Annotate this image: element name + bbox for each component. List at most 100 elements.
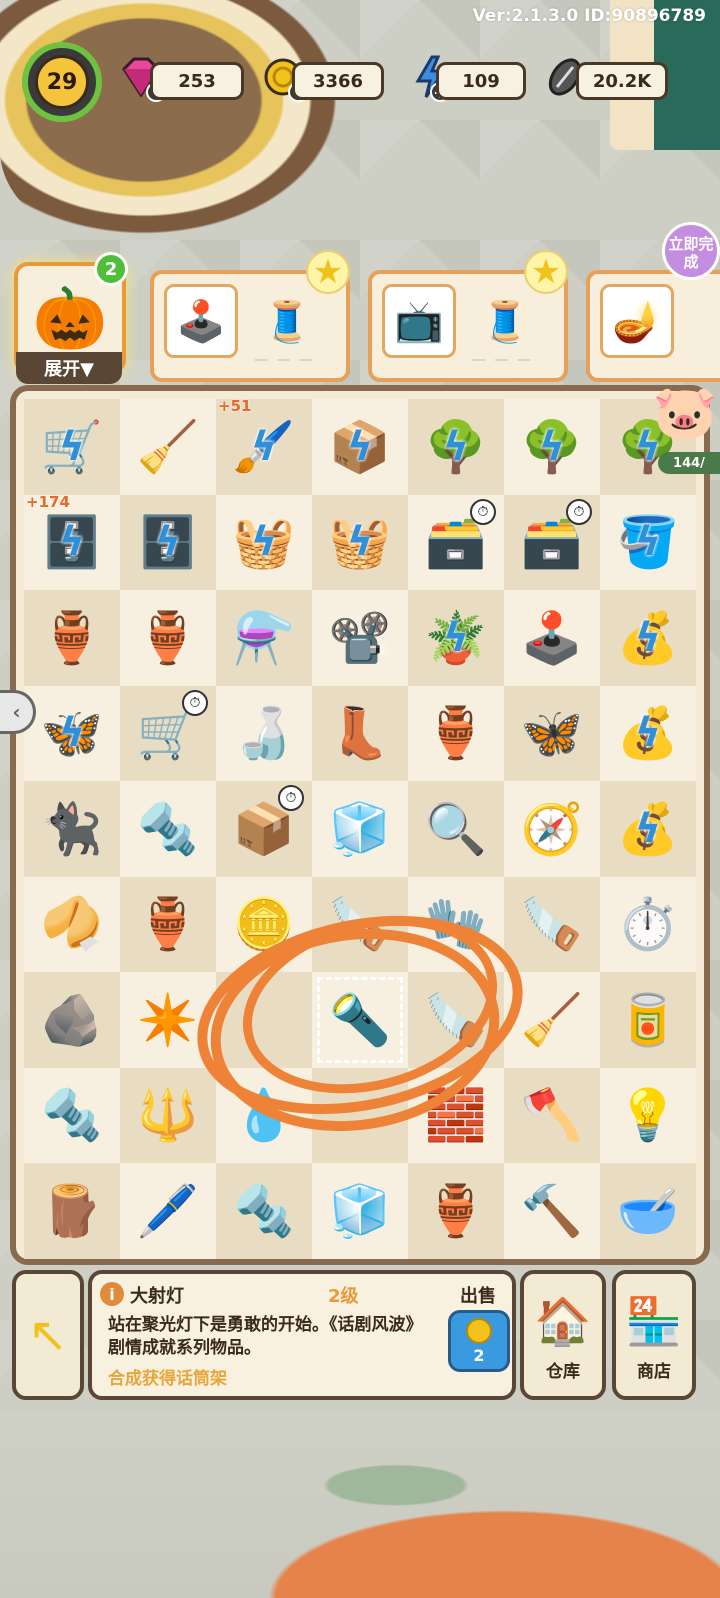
spool-icon: 🧵 [262, 298, 312, 345]
board-cell[interactable] [312, 1067, 408, 1163]
energy-bolt-icon: ϟ [442, 423, 470, 470]
info-icon[interactable]: i [100, 1282, 124, 1306]
board-cell[interactable]: 🔱 [120, 1067, 216, 1163]
board-cell[interactable]: 📦 ⏱ [216, 781, 312, 877]
board-cell[interactable]: 💰 ϟ [600, 590, 696, 686]
item-icon: 👢 [328, 704, 392, 763]
board-cell[interactable]: 🦋 ϟ [24, 685, 120, 781]
board-cell[interactable]: ⚗️ [216, 590, 312, 686]
energy-counter: 109 [436, 62, 526, 100]
board-cell[interactable]: 🗄️ ϟ [120, 494, 216, 590]
warehouse-icon: 🏠 [534, 1294, 592, 1348]
board-cell[interactable]: 🏺 [24, 590, 120, 686]
board-cell[interactable]: 🧊 [312, 781, 408, 877]
order-progress: — — — [472, 352, 533, 368]
board-cell[interactable]: 🪵 [24, 1163, 120, 1259]
board-cell[interactable]: 🔩 [120, 781, 216, 877]
item-icon: 🏺 [136, 608, 200, 667]
board-cell[interactable]: 🪓 [504, 1067, 600, 1163]
board-cell[interactable]: 🗄️ ϟ +174 [24, 492, 120, 590]
board-cell[interactable]: 🛒 ϟ [24, 399, 120, 495]
board-cell[interactable]: 🪚 [312, 876, 408, 972]
board-cell[interactable]: 🔩 [24, 1067, 120, 1163]
fountain-decoration [0, 0, 360, 250]
board-cell[interactable]: 🧊 [312, 1163, 408, 1259]
energy-bolt-icon: ϟ [634, 519, 662, 566]
energy-bolt-icon: ϟ [634, 805, 662, 852]
board-cell[interactable]: 🖌️ ϟ +51 [216, 399, 312, 495]
board-cell[interactable]: 🛒 ⏱ [120, 685, 216, 781]
timer-icon: ⏱ [182, 689, 208, 716]
board-cell[interactable]: 🗃️ ⏱ [504, 494, 600, 590]
arcade-machine-icon: 🕹️ [164, 284, 238, 358]
board-cell[interactable]: 🏺 [120, 590, 216, 686]
board-cell[interactable]: 🧱 [408, 1067, 504, 1163]
sell-button[interactable]: 2 [448, 1310, 510, 1372]
board-cell[interactable]: 👢 [312, 685, 408, 781]
board-cell[interactable] [216, 972, 312, 1068]
item-icon: 🧹 [136, 417, 200, 476]
board-cell[interactable]: 🏺 [408, 1163, 504, 1259]
board-cell[interactable]: 🍶 [216, 685, 312, 781]
shop-button[interactable]: 🏪 商店 [612, 1270, 696, 1400]
energy-bolt-icon: ϟ [250, 423, 278, 470]
board-cell[interactable]: 🌳 ϟ [408, 399, 504, 495]
board-cell[interactable]: 🪣 ϟ [600, 494, 696, 590]
board-cell[interactable]: 🧹 [120, 399, 216, 495]
order-card-3[interactable]: 🪔 [586, 270, 720, 382]
energy-bolt-icon: ϟ [58, 710, 86, 757]
board-cell[interactable]: 💧 [216, 1067, 312, 1163]
board-cell[interactable]: 🗃️ ⏱ [408, 494, 504, 590]
shop-icon: 🏪 [625, 1294, 683, 1348]
board-cell[interactable]: 🪨 [24, 972, 120, 1068]
item-icon: 🥠 [40, 895, 104, 954]
board-cell[interactable]: 🥠 [24, 876, 120, 972]
board-cell[interactable]: 💰 ϟ [600, 781, 696, 877]
board-cell[interactable]: 🪴 ϟ [408, 590, 504, 686]
board-cell[interactable]: 🥫 [600, 972, 696, 1068]
board-cell[interactable]: 🦋 [504, 685, 600, 781]
board-cell[interactable]: 🪚 [408, 972, 504, 1068]
item-icon: 🗃️ [424, 513, 488, 572]
board-cell[interactable]: 🏺 [408, 685, 504, 781]
board-cell[interactable]: 📽️ [312, 590, 408, 686]
piggy-bank-icon[interactable]: 🐷 [650, 372, 720, 452]
warehouse-button[interactable]: 🏠 仓库 [520, 1270, 606, 1400]
board-cell[interactable]: 🔍 [408, 781, 504, 877]
player-level-badge[interactable]: 29 [22, 42, 102, 122]
board-cell[interactable]: 🪙 [216, 876, 312, 972]
board-cell[interactable]: 🔦 [312, 972, 408, 1068]
board-cell[interactable]: 📦 ϟ [312, 399, 408, 495]
expand-button[interactable]: 展开▼ [16, 352, 122, 384]
item-icon: 🧊 [328, 1181, 392, 1240]
item-icon: 🕹️ [520, 608, 584, 667]
board-cell[interactable]: 🔨 [504, 1163, 600, 1259]
board-cell[interactable]: 🏺 [120, 876, 216, 972]
board-cell[interactable]: 🌳 ϟ [504, 399, 600, 495]
warehouse-label: 仓库 [546, 1362, 580, 1382]
board-cell[interactable]: ⏱️ [600, 876, 696, 972]
board-cell[interactable]: 🧤 [408, 876, 504, 972]
board-cell[interactable]: ✴️ [120, 972, 216, 1068]
cell-count-badge: +174 [26, 492, 70, 511]
instant-complete-button[interactable]: 立即完成 [662, 222, 720, 280]
board-cell[interactable]: 🧹 [504, 972, 600, 1068]
back-arrow-icon: ↖ [27, 1307, 69, 1363]
board-cell[interactable]: 🔩 [216, 1163, 312, 1259]
board-cell[interactable]: 🪚 [504, 876, 600, 972]
cell-count-badge: +51 [218, 397, 252, 415]
board-cell[interactable]: 🖊️ [120, 1163, 216, 1259]
item-info-panel: i 大射灯 2级 站在聚光灯下是勇敢的开始。《话剧风波》剧情成就系列物品。 合成… [88, 1270, 516, 1400]
back-arrow-button[interactable]: ↖ [12, 1270, 84, 1400]
board-cell[interactable]: 🕹️ [504, 590, 600, 686]
board-cell[interactable]: 🧺 ϟ [312, 494, 408, 590]
board-cell[interactable]: 🐈‍⬛ [24, 781, 120, 877]
item-icon: 🥣 [616, 1181, 680, 1240]
board-cell[interactable]: 🧭 [504, 781, 600, 877]
board-cell[interactable]: 🧺 ϟ [216, 494, 312, 590]
board-cell[interactable]: 💡 [600, 1067, 696, 1163]
board-cell[interactable]: 🥣 [600, 1163, 696, 1259]
item-icon: 🏺 [424, 704, 488, 763]
board-cell[interactable]: 💰 ϟ [600, 685, 696, 781]
energy-bolt-icon: ϟ [154, 519, 182, 566]
